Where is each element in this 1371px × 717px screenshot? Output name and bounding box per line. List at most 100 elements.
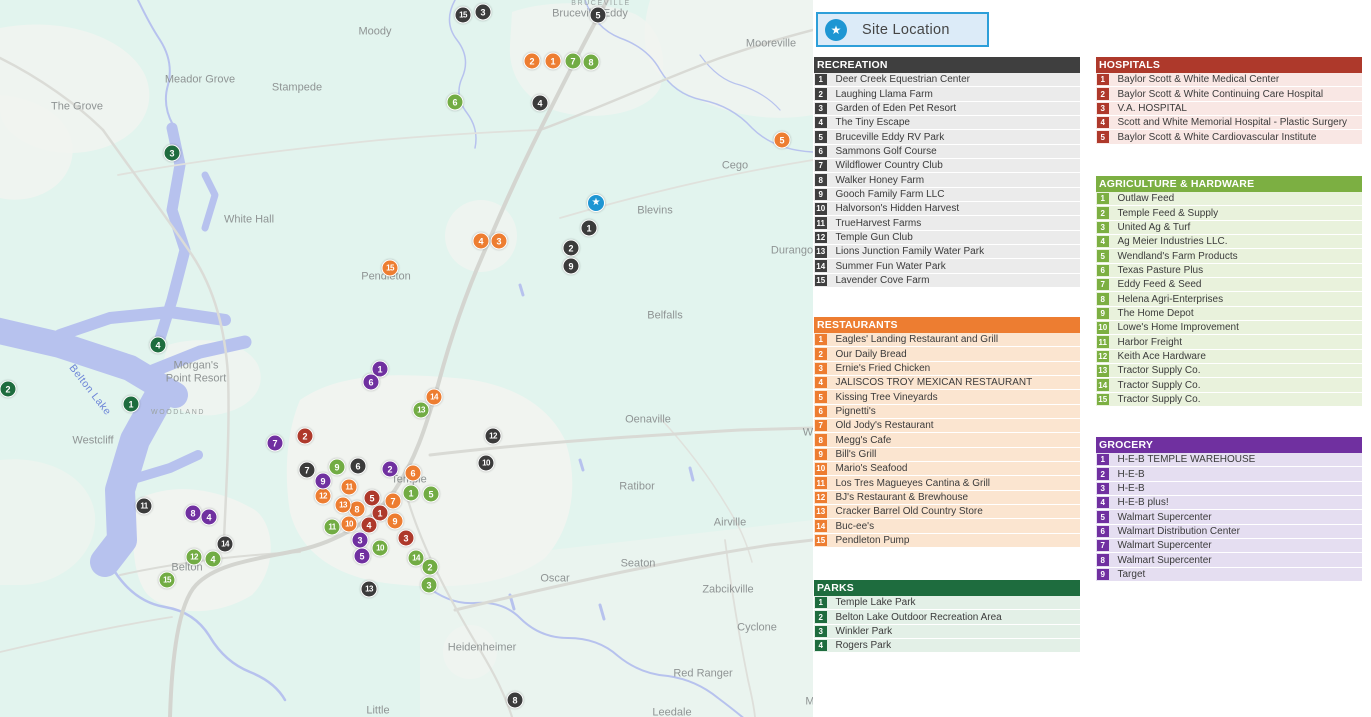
legend-row-label: Sammons Golf Course (836, 146, 937, 157)
legend-row-hospitals-2: 2Baylor Scott & White Continuing Care Ho… (1096, 87, 1362, 101)
map-marker-agriculture-2[interactable]: 2 (422, 559, 439, 576)
map-marker-parks-3[interactable]: 3 (164, 145, 181, 162)
legend-row-label: Target (1118, 569, 1146, 580)
map-marker-agriculture-10[interactable]: 10 (372, 540, 389, 557)
map-marker-restaurants-10[interactable]: 10 (341, 516, 358, 533)
legend-row-grocery-1: 1H-E-B TEMPLE WAREHOUSE (1096, 453, 1362, 467)
legend-row-label: Buc-ee's (836, 521, 875, 532)
map-marker-recreation-14[interactable]: 14 (217, 536, 234, 553)
map-marker-restaurants-3[interactable]: 3 (491, 233, 508, 250)
map-marker-recreation-13[interactable]: 13 (361, 581, 378, 598)
map-marker-recreation-2[interactable]: 2 (563, 240, 580, 257)
map-marker-grocery-3[interactable]: 3 (352, 532, 369, 549)
map-marker-agriculture-3[interactable]: 3 (421, 577, 438, 594)
map-marker-hospitals-2[interactable]: 2 (297, 428, 314, 445)
map-marker-recreation-11[interactable]: 11 (136, 498, 153, 515)
legend-row-grocery-2: 2H-E-B (1096, 467, 1362, 481)
legend-row-label: Harbor Freight (1118, 337, 1182, 348)
map-marker-agriculture-13[interactable]: 13 (413, 402, 430, 419)
legend-row-grocery-4: 4H-E-B plus! (1096, 496, 1362, 510)
legend-row-number: 6 (1097, 526, 1109, 538)
map-marker-agriculture-11[interactable]: 11 (324, 519, 341, 536)
map-marker-agriculture-8[interactable]: 8 (583, 54, 600, 71)
legend-row-grocery-9: 9Target (1096, 568, 1362, 582)
legend-table-hospitals: HOSPITALS1Baylor Scott & White Medical C… (1096, 57, 1362, 145)
map-marker-agriculture-9[interactable]: 9 (329, 459, 346, 476)
map-marker-parks-4[interactable]: 4 (150, 337, 167, 354)
map-marker-recreation-8[interactable]: 8 (507, 692, 524, 709)
legend-row-number: 6 (815, 146, 827, 158)
map-marker-hospitals-3[interactable]: 3 (398, 530, 415, 547)
map-marker-recreation-9[interactable]: 9 (563, 258, 580, 275)
legend-row-recreation-14: 14Summer Fun Water Park (814, 259, 1080, 273)
map-marker-agriculture-12[interactable]: 12 (186, 549, 203, 566)
map-marker-restaurants-6[interactable]: 6 (405, 465, 422, 482)
legend-row-number: 3 (1097, 222, 1109, 234)
legend-table-recreation: RECREATION1Deer Creek Equestrian Center2… (814, 57, 1080, 288)
map-marker-agriculture-7[interactable]: 7 (565, 53, 582, 70)
map-marker-agriculture-14[interactable]: 14 (408, 550, 425, 567)
map-marker-recreation-6[interactable]: 6 (350, 458, 367, 475)
legend-row-label: Tractor Supply Co. (1118, 394, 1201, 405)
legend-row-label: Walker Honey Farm (836, 175, 925, 186)
legend-row-number: 14 (815, 260, 827, 272)
star-icon: ★ (825, 19, 847, 41)
map-marker-grocery-9[interactable]: 9 (315, 473, 332, 490)
map-marker-restaurants-1[interactable]: 1 (545, 53, 562, 70)
map-marker-restaurants-13[interactable]: 13 (335, 497, 352, 514)
map-marker-agriculture-15[interactable]: 15 (159, 572, 176, 589)
map-marker-grocery-4[interactable]: 4 (201, 509, 218, 526)
legend-row-label: Wendland's Farm Products (1118, 251, 1238, 262)
map-marker-parks-2[interactable]: 2 (0, 381, 17, 398)
map-marker-restaurants-14[interactable]: 14 (426, 389, 443, 406)
map-marker-recreation-3[interactable]: 3 (475, 4, 492, 21)
legend-row-number: 3 (815, 363, 827, 375)
legend-row-number: 1 (815, 597, 827, 609)
map-marker-restaurants-7[interactable]: 7 (385, 493, 402, 510)
legend-row-number: 7 (1097, 279, 1109, 291)
map-marker-grocery-7[interactable]: 7 (267, 435, 284, 452)
legend-row-hospitals-3: 3V.A. HOSPITAL (1096, 102, 1362, 116)
legend-row-label: H-E-B (1118, 483, 1145, 494)
legend-row-label: Belton Lake Outdoor Recreation Area (836, 612, 1002, 623)
map-marker-restaurants-4[interactable]: 4 (473, 233, 490, 250)
map-marker-grocery-2[interactable]: 2 (382, 461, 399, 478)
map-marker-hospitals-5[interactable]: 5 (364, 490, 381, 507)
map-marker-parks-1[interactable]: 1 (123, 396, 140, 413)
legend-row-recreation-15: 15Lavender Cove Farm (814, 274, 1080, 288)
legend-row-label: Eddy Feed & Seed (1118, 279, 1202, 290)
map-marker-grocery-6[interactable]: 6 (363, 374, 380, 391)
map-marker-restaurants-11[interactable]: 11 (341, 479, 358, 496)
legend-row-label: Cracker Barrel Old Country Store (836, 506, 983, 517)
map-marker-recreation-5[interactable]: 5 (590, 7, 607, 24)
legend-header-grocery: GROCERY (1096, 437, 1362, 453)
legend-row-grocery-3: 3H-E-B (1096, 482, 1362, 496)
site-location-marker[interactable]: ★ (587, 194, 605, 212)
map-marker-grocery-8[interactable]: 8 (185, 505, 202, 522)
map-marker-restaurants-5[interactable]: 5 (774, 132, 791, 149)
map-marker-agriculture-4[interactable]: 4 (205, 551, 222, 568)
map-marker-recreation-15[interactable]: 15 (455, 7, 472, 24)
legend-row-agriculture-2: 2Temple Feed & Supply (1096, 206, 1362, 220)
legend-row-agriculture-5: 5Wendland's Farm Products (1096, 249, 1362, 263)
legend-row-recreation-2: 2Laughing Llama Farm (814, 87, 1080, 101)
legend-row-label: Keith Ace Hardware (1118, 351, 1206, 362)
map-marker-recreation-10[interactable]: 10 (478, 455, 495, 472)
map-marker-recreation-7[interactable]: 7 (299, 462, 316, 479)
map-marker-restaurants-12[interactable]: 12 (315, 488, 332, 505)
legend-row-number: 4 (1097, 497, 1109, 509)
map-marker-restaurants-2[interactable]: 2 (524, 53, 541, 70)
map-marker-recreation-4[interactable]: 4 (532, 95, 549, 112)
map-marker-recreation-1[interactable]: 1 (581, 220, 598, 237)
legend-row-recreation-1: 1Deer Creek Equestrian Center (814, 73, 1080, 87)
map-marker-restaurants-15[interactable]: 15 (382, 260, 399, 277)
legend-row-number: 11 (815, 217, 827, 229)
map-marker-agriculture-6[interactable]: 6 (447, 94, 464, 111)
map-marker-restaurants-9[interactable]: 9 (387, 513, 404, 530)
map-marker-agriculture-1[interactable]: 1 (403, 485, 420, 502)
map-marker-hospitals-4[interactable]: 4 (361, 517, 378, 534)
map-marker-recreation-12[interactable]: 12 (485, 428, 502, 445)
map-marker-agriculture-5[interactable]: 5 (423, 486, 440, 503)
map-marker-grocery-5[interactable]: 5 (354, 548, 371, 565)
legend-row-label: Temple Feed & Supply (1118, 208, 1219, 219)
